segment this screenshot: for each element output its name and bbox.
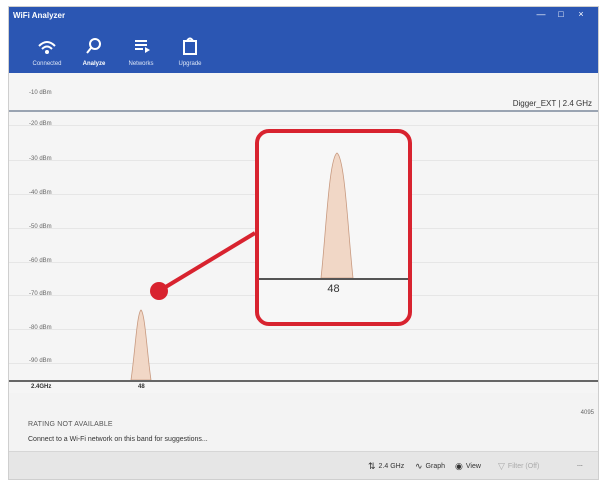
callout-connector — [150, 231, 257, 300]
callout-dot — [150, 282, 168, 300]
app-window: WiFi Analyzer — □ × Connected Analyze Ne… — [8, 6, 599, 480]
